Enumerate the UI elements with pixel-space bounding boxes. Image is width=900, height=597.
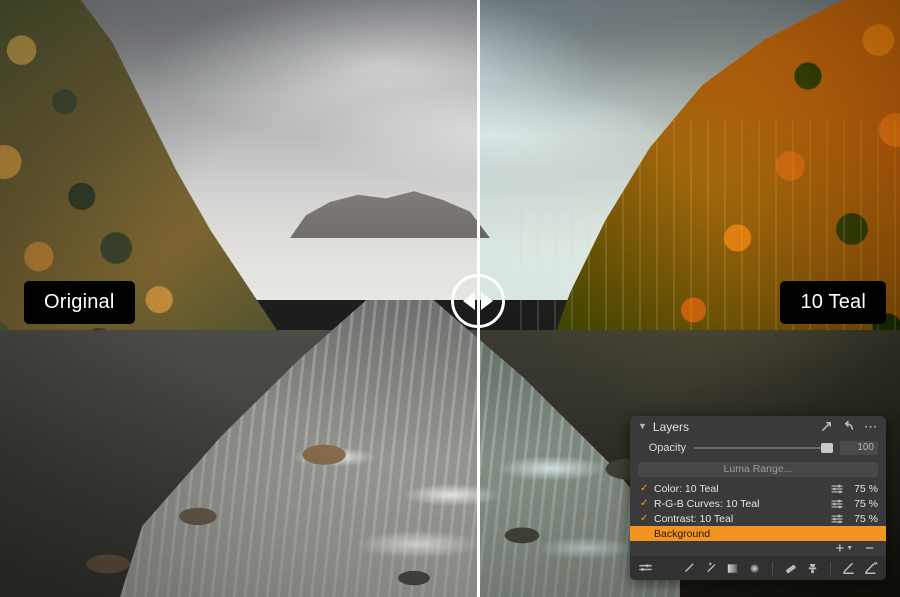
radial-gradient-mask-icon[interactable] bbox=[747, 561, 762, 576]
background-layer-row[interactable]: Background bbox=[630, 526, 886, 541]
layer-list: ✓ Color: 10 Teal 75 % ✓ R-G-B Curves: 10… bbox=[630, 481, 886, 541]
layer-visibility-check-icon[interactable]: ✓ bbox=[640, 498, 649, 509]
mask-tools-group bbox=[681, 561, 878, 576]
opacity-label: Opacity bbox=[648, 442, 686, 454]
triangle-right-icon bbox=[481, 292, 493, 310]
layer-tool-bar bbox=[630, 556, 886, 580]
opacity-slider[interactable] bbox=[694, 443, 833, 453]
layer-opacity: 75 % bbox=[854, 482, 878, 495]
tool-divider bbox=[772, 561, 773, 575]
layers-panel[interactable]: ▼ Layers ⋯ Opacity 100 Luma Range... ✓ C… bbox=[630, 416, 886, 580]
layer-visibility-check-icon[interactable]: ✓ bbox=[640, 513, 649, 524]
background-layer-name: Background bbox=[654, 527, 711, 540]
layer-name: R-G-B Curves: 10 Teal bbox=[654, 497, 760, 510]
triangle-left-icon bbox=[463, 292, 475, 310]
layer-name: Contrast: 10 Teal bbox=[654, 512, 734, 525]
layer-row[interactable]: ✓ R-G-B Curves: 10 Teal 75 % bbox=[630, 496, 886, 511]
eraser-icon[interactable] bbox=[783, 561, 798, 576]
expand-arrow-icon[interactable] bbox=[820, 420, 833, 433]
panel-header-actions: ⋯ bbox=[820, 420, 878, 433]
opacity-row[interactable]: Opacity 100 bbox=[630, 437, 886, 459]
layer-name: Color: 10 Teal bbox=[654, 482, 719, 495]
erase-tool-icon[interactable] bbox=[841, 561, 856, 576]
add-layer-button[interactable]: + ▼ bbox=[835, 539, 854, 557]
opacity-slider-knob[interactable] bbox=[821, 443, 833, 453]
opacity-value[interactable]: 100 bbox=[840, 441, 878, 455]
undo-arrow-icon[interactable] bbox=[842, 420, 855, 433]
add-layer-label: + bbox=[835, 539, 845, 557]
layers-panel-header[interactable]: ▼ Layers ⋯ bbox=[630, 416, 886, 437]
sliders-icon[interactable] bbox=[831, 484, 843, 494]
remove-layer-button[interactable]: − bbox=[865, 541, 874, 556]
layer-row[interactable]: ✓ Contrast: 10 Teal 75 % bbox=[630, 511, 886, 526]
sliders-icon[interactable] bbox=[831, 514, 843, 524]
layer-add-remove-row: + ▼ − bbox=[630, 541, 886, 556]
linear-gradient-mask-icon[interactable] bbox=[725, 561, 740, 576]
layer-visibility-check-icon[interactable]: ✓ bbox=[640, 483, 649, 494]
before-label: Original bbox=[24, 281, 135, 324]
tool-divider bbox=[830, 561, 831, 575]
clone-stamp-icon[interactable] bbox=[805, 561, 820, 576]
erase-tool-alt-icon[interactable] bbox=[863, 561, 878, 576]
layer-opacity: 75 % bbox=[854, 497, 878, 510]
luma-range-button[interactable]: Luma Range... bbox=[638, 462, 878, 477]
chevron-down-icon[interactable]: ▼ bbox=[846, 544, 853, 554]
brush-icon[interactable] bbox=[681, 561, 696, 576]
magic-brush-icon[interactable] bbox=[703, 561, 718, 576]
layer-settings-icon[interactable] bbox=[638, 561, 653, 576]
panel-title: Layers bbox=[652, 419, 689, 434]
layer-row[interactable]: ✓ Color: 10 Teal 75 % bbox=[630, 481, 886, 496]
more-options-icon[interactable]: ⋯ bbox=[864, 420, 878, 433]
layer-opacity: 75 % bbox=[854, 512, 878, 525]
chevron-down-icon[interactable]: ▼ bbox=[638, 422, 647, 431]
compare-slider-handle[interactable] bbox=[451, 274, 505, 328]
sliders-icon[interactable] bbox=[831, 499, 843, 509]
after-label: 10 Teal bbox=[780, 281, 886, 324]
